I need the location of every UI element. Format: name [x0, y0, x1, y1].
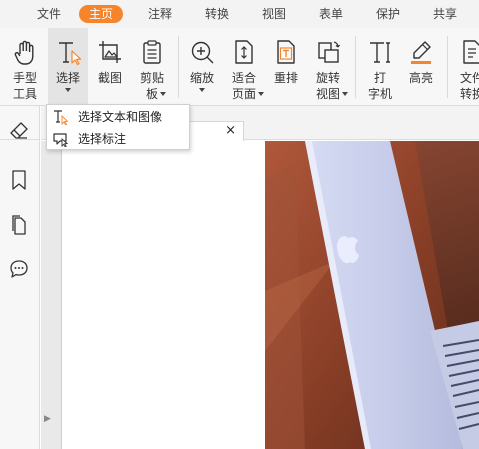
hand-tool-button[interactable]: 手型 工具: [2, 28, 48, 106]
left-navigation-panel: [0, 106, 40, 449]
zoom-label: 缩放: [189, 71, 214, 85]
hand-tool-label: 手型 工具: [12, 71, 37, 101]
fit-page-icon: [235, 40, 253, 64]
document-tab[interactable]: ×: [188, 121, 244, 141]
highlight-label: 高亮: [408, 71, 433, 85]
ribbon-separator: [178, 36, 179, 98]
close-tab-icon[interactable]: ×: [225, 123, 236, 138]
select-tool-button[interactable]: 选择: [48, 28, 88, 106]
zoom-dropdown-caret-icon[interactable]: [199, 88, 205, 92]
menu-bar: 文件 主页 注释 转换 视图 表单 保护 共享: [0, 0, 479, 28]
rotate-view-icon: [318, 41, 340, 63]
clipboard-button[interactable]: 剪贴 板: [132, 28, 172, 106]
ribbon-toolbar: 手型 工具 选择 截图 剪贴 板 缩放 适合 页面 重排 旋转 视图 打 字机 …: [0, 28, 479, 106]
fit-page-dropdown-caret-icon[interactable]: [258, 92, 264, 96]
select-tool-label: 选择: [55, 71, 80, 85]
fit-page-button[interactable]: 适合 页面: [223, 28, 265, 106]
select-annotation-menu-item[interactable]: 选择标注: [47, 128, 189, 150]
select-text-image-icon: [54, 110, 68, 125]
select-dropdown-caret-icon[interactable]: [65, 88, 71, 92]
ribbon-separator: [355, 36, 356, 98]
select-text-image-menu-item[interactable]: 选择文本和图像: [47, 106, 189, 128]
menu-tab-convert[interactable]: 转换: [205, 5, 229, 23]
hand-icon: [14, 40, 34, 65]
menu-tab-protect[interactable]: 保护: [376, 5, 400, 23]
select-text-icon: [59, 42, 82, 66]
file-convert-icon: [463, 40, 479, 64]
select-text-image-label: 选择文本和图像: [78, 110, 163, 124]
menu-tab-form[interactable]: 表单: [319, 5, 343, 23]
file-convert-button[interactable]: 文件 转换: [452, 28, 479, 106]
reflow-icon: [277, 40, 295, 64]
select-annotation-label: 选择标注: [78, 132, 127, 146]
clipboard-dropdown-caret-icon[interactable]: [160, 92, 166, 96]
menu-tab-file[interactable]: 文件: [37, 5, 61, 23]
clipboard-icon: [143, 40, 161, 64]
menu-tab-share[interactable]: 共享: [433, 5, 457, 23]
screenshot-button[interactable]: 截图: [90, 28, 130, 106]
highlight-button[interactable]: 高亮: [401, 28, 441, 106]
bookmark-icon[interactable]: [8, 169, 30, 191]
ribbon-separator: [447, 36, 448, 98]
reflow-button[interactable]: 重排: [266, 28, 306, 106]
zoom-icon: [191, 41, 214, 64]
select-dropdown-menu: 选择文本和图像 选择标注: [46, 104, 190, 150]
highlight-icon: [411, 41, 431, 64]
file-convert-label: 文件 转换: [459, 71, 479, 101]
typewriter-icon: [370, 42, 390, 63]
typewriter-button[interactable]: 打 字机: [360, 28, 400, 106]
screenshot-icon: [99, 41, 121, 63]
rotate-view-dropdown-caret-icon[interactable]: [342, 92, 348, 96]
select-annotation-icon: [53, 133, 68, 147]
pages-icon[interactable]: [8, 214, 30, 236]
reflow-label: 重排: [273, 71, 298, 85]
comment-icon[interactable]: [8, 258, 30, 280]
eraser-icon[interactable]: [8, 119, 30, 141]
menu-tab-view[interactable]: 视图: [262, 5, 286, 23]
zoom-button[interactable]: 缩放: [182, 28, 222, 106]
rotate-view-button[interactable]: 旋转 视图: [307, 28, 349, 106]
typewriter-label: 打 字机: [367, 71, 392, 101]
screenshot-label: 截图: [97, 71, 122, 85]
expand-panel-arrow-icon[interactable]: ▶: [44, 414, 51, 424]
menu-tab-comment[interactable]: 注释: [148, 5, 172, 23]
menu-tab-home[interactable]: 主页: [79, 5, 124, 23]
laptop-photo-image: [265, 141, 479, 449]
